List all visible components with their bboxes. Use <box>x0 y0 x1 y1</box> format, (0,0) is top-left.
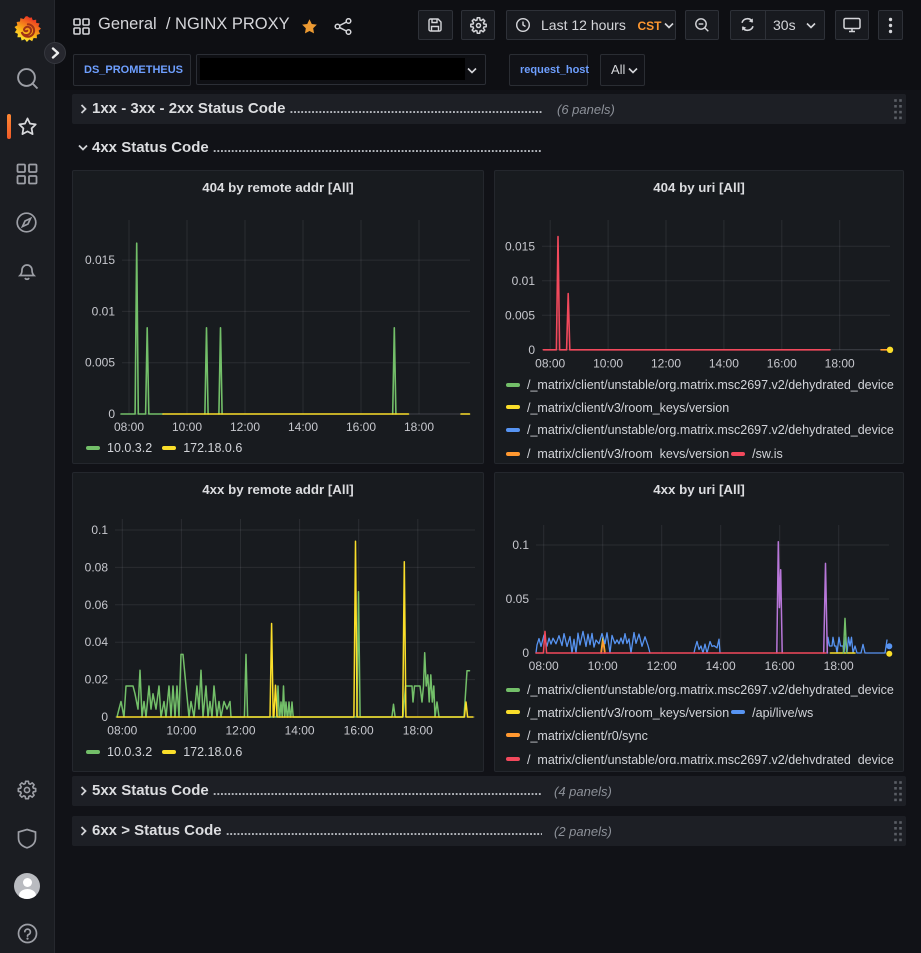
svg-text:16:00: 16:00 <box>346 420 376 434</box>
svg-text:08:00: 08:00 <box>114 420 144 434</box>
svg-text:0.015: 0.015 <box>85 253 115 267</box>
svg-text:10:00: 10:00 <box>166 724 196 738</box>
svg-text:0: 0 <box>108 407 115 421</box>
svg-text:0: 0 <box>101 710 108 724</box>
svg-text:12:00: 12:00 <box>230 420 260 434</box>
svg-text:0.005: 0.005 <box>85 356 115 370</box>
svg-text:12:00: 12:00 <box>225 724 255 738</box>
svg-text:0.1: 0.1 <box>91 523 108 537</box>
svg-text:0.08: 0.08 <box>85 560 109 574</box>
svg-text:08:00: 08:00 <box>107 724 137 738</box>
svg-text:16:00: 16:00 <box>344 724 374 738</box>
svg-text:18:00: 18:00 <box>403 724 433 738</box>
svg-text:14:00: 14:00 <box>288 420 318 434</box>
svg-text:10:00: 10:00 <box>172 420 202 434</box>
svg-text:0.04: 0.04 <box>85 635 109 649</box>
svg-text:0.01: 0.01 <box>92 304 116 318</box>
svg-text:0.02: 0.02 <box>85 673 109 687</box>
svg-text:18:00: 18:00 <box>404 420 434 434</box>
svg-text:14:00: 14:00 <box>285 724 315 738</box>
svg-text:0.06: 0.06 <box>85 598 109 612</box>
